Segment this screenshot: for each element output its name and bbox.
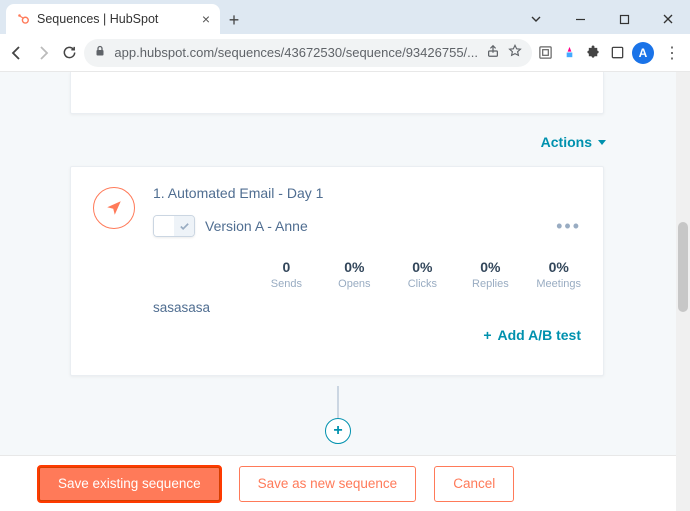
scrollbar[interactable] — [676, 72, 690, 511]
send-icon — [93, 187, 135, 229]
stat-clicks: 0%Clicks — [400, 259, 444, 290]
step-connector-line — [337, 386, 339, 418]
extension-icons: A ⋮ — [536, 42, 684, 64]
plus-icon: + — [333, 422, 342, 440]
cancel-button[interactable]: Cancel — [434, 466, 514, 502]
plus-icon: + — [483, 327, 491, 343]
star-icon[interactable] — [508, 44, 522, 61]
extension-icon-1[interactable] — [536, 44, 554, 62]
step-stats: 0Sends 0%Opens 0%Clicks 0%Replies 0%Meet… — [153, 259, 581, 290]
hubspot-favicon — [16, 12, 30, 26]
tab-close-icon[interactable]: × — [202, 11, 210, 27]
check-icon — [174, 216, 194, 236]
stat-opens: 0%Opens — [332, 259, 376, 290]
extension-icon-2[interactable] — [560, 44, 578, 62]
save-existing-button[interactable]: Save existing sequence — [38, 466, 221, 502]
url-bar[interactable]: app.hubspot.com/sequences/43672530/seque… — [84, 39, 532, 67]
caret-down-icon — [598, 140, 606, 145]
add-ab-label: Add A/B test — [498, 327, 581, 343]
url-text: app.hubspot.com/sequences/43672530/seque… — [114, 45, 478, 60]
share-icon[interactable] — [486, 44, 500, 61]
ab-version-toggle[interactable] — [153, 215, 195, 237]
version-label: Version A - Anne — [205, 218, 308, 234]
stat-meetings: 0%Meetings — [536, 259, 581, 290]
forward-button[interactable] — [32, 38, 54, 68]
actions-dropdown[interactable]: Actions — [541, 134, 606, 150]
extensions-puzzle-icon[interactable] — [584, 44, 602, 62]
stat-replies: 0%Replies — [468, 259, 512, 290]
browser-navbar: app.hubspot.com/sequences/43672530/seque… — [0, 34, 690, 72]
new-tab-button[interactable]: + — [220, 6, 248, 34]
chevron-down-icon[interactable] — [514, 4, 558, 34]
maximize-button[interactable] — [602, 4, 646, 34]
tab-title: Sequences | HubSpot — [37, 12, 196, 26]
email-preview-text: sasasasa — [153, 300, 581, 315]
stat-sends: 0Sends — [264, 259, 308, 290]
reload-button[interactable] — [58, 38, 80, 68]
app-viewport: Actions 1. Automated Email - Day 1 Versi… — [0, 72, 690, 511]
footer-bar: Save existing sequence Save as new seque… — [0, 455, 676, 511]
window-controls — [514, 4, 690, 34]
browser-menu-icon[interactable]: ⋮ — [660, 43, 684, 63]
save-new-button[interactable]: Save as new sequence — [239, 466, 417, 502]
sequence-step-card: 1. Automated Email - Day 1 Version A - A… — [70, 166, 604, 376]
close-button[interactable] — [646, 4, 690, 34]
window-titlebar: Sequences | HubSpot × + — [0, 0, 690, 34]
scrollbar-thumb[interactable] — [678, 222, 688, 312]
browser-tab[interactable]: Sequences | HubSpot × — [6, 4, 220, 34]
add-step-button[interactable]: + — [325, 418, 351, 444]
add-ab-test-button[interactable]: + Add A/B test — [483, 327, 581, 343]
profile-avatar[interactable]: A — [632, 42, 654, 64]
minimize-button[interactable] — [558, 4, 602, 34]
back-button[interactable] — [6, 38, 28, 68]
extension-icon-3[interactable] — [608, 44, 626, 62]
step-menu-icon[interactable]: ••• — [556, 216, 581, 237]
step-title: 1. Automated Email - Day 1 — [153, 185, 581, 201]
actions-label: Actions — [541, 134, 592, 150]
lock-icon — [94, 45, 106, 60]
previous-card-bottom — [70, 72, 604, 114]
